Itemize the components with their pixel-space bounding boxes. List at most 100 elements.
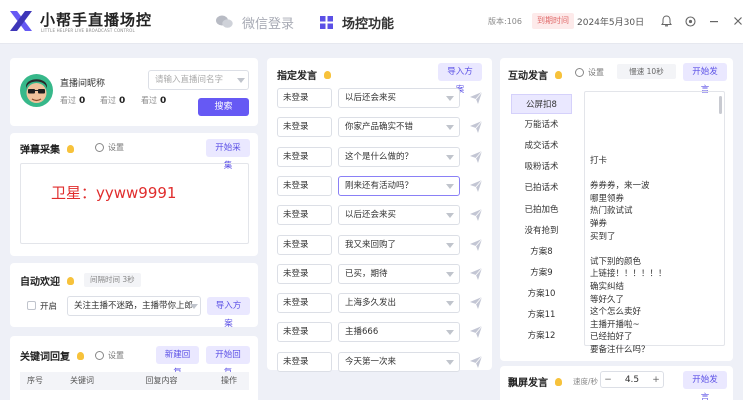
scheme-item[interactable]: 方案8 — [511, 242, 572, 262]
row-status-select[interactable]: 未登录 — [277, 235, 332, 255]
nav-live-control[interactable]: 场控功能 — [320, 12, 394, 32]
send-icon[interactable] — [469, 296, 483, 310]
wechat-icon — [216, 15, 233, 28]
interactive-line: 买到了 — [590, 232, 616, 242]
speed-select[interactable]: 慢速 10秒 — [617, 64, 676, 79]
send-icon[interactable] — [469, 150, 483, 164]
row-message-select[interactable]: 刚来还有活动吗？ — [338, 176, 460, 196]
row-status-select[interactable]: 未登录 — [277, 176, 332, 196]
close-icon[interactable] — [732, 14, 743, 28]
scrollbar[interactable] — [719, 96, 722, 114]
send-icon[interactable] — [469, 325, 483, 339]
row-message-select[interactable]: 这个是什么做的？ — [338, 147, 460, 167]
start-reply-button[interactable]: 开始回复 — [206, 346, 250, 378]
row-status-select[interactable]: 未登录 — [277, 117, 332, 137]
row-status-select[interactable]: 未登录 — [277, 352, 332, 372]
interactive-start-button[interactable]: 开始发言 — [683, 63, 727, 95]
chevron-down-icon — [446, 301, 454, 306]
welcome-message-select[interactable]: 关注主播不迷路，主播带你上郎 — [67, 296, 201, 316]
scheme-item[interactable]: 已拍加色 — [511, 200, 572, 220]
float-speed-stepper[interactable]: − 4.5 + — [600, 371, 664, 388]
scheme-item[interactable]: 方案10 — [511, 284, 572, 304]
row-message-select[interactable]: 今天第一次来 — [338, 352, 460, 372]
row-message-text: 我又来回购了 — [345, 240, 397, 250]
danmaku-content: 卫星：yyww9991 — [51, 184, 177, 202]
start-collect-button[interactable]: 开始采集 — [206, 139, 250, 171]
welcome-import-button[interactable]: 导入方案 — [207, 297, 250, 329]
row-message-text: 上海多久发出 — [345, 298, 397, 308]
row-message-text: 今天第一次来 — [345, 357, 397, 367]
row-status-select[interactable]: 未登录 — [277, 88, 332, 108]
interactive-line: 要备注什么吗？ — [590, 345, 650, 355]
chevron-down-icon — [446, 243, 454, 248]
row-status-select[interactable]: 未登录 — [277, 205, 332, 225]
row-status-select[interactable]: 未登录 — [277, 293, 332, 313]
row-message-text: 以后还会来买 — [345, 210, 397, 220]
scheme-item[interactable]: 没有抢到 — [511, 221, 572, 241]
scheme-item[interactable]: 方案9 — [511, 263, 572, 283]
float-speed-label: 速度/秒 — [573, 377, 599, 386]
interactive-line: 确实纠结 — [590, 282, 625, 292]
interactive-line: 弹券 — [590, 219, 608, 229]
float-start-button[interactable]: 开始发言 — [683, 371, 727, 400]
scheme-item[interactable]: 方案12 — [511, 326, 572, 346]
send-icon[interactable] — [469, 91, 483, 105]
scheme-item[interactable]: 方案11 — [511, 305, 572, 325]
row-message-select[interactable]: 我又来回购了 — [338, 235, 460, 255]
new-reply-button[interactable]: 新建回复 — [156, 346, 199, 378]
row-message-text: 主播666 — [345, 327, 379, 337]
search-button[interactable]: 搜索 — [198, 98, 249, 116]
live-room-search-input[interactable]: 请输入直播间名字 — [148, 70, 249, 90]
scheme-item[interactable]: 公屏扣8 — [511, 94, 572, 114]
float-speed-value[interactable]: 4.5 — [615, 375, 649, 385]
nav-wechat-login[interactable]: 微信登录 — [216, 12, 294, 32]
send-icon[interactable] — [469, 120, 483, 134]
interactive-line: 等好久了 — [590, 295, 625, 305]
chevron-down-icon — [446, 272, 454, 277]
row-message-text: 这个是什么做的？ — [345, 152, 414, 162]
row-status-select[interactable]: 未登录 — [277, 264, 332, 284]
interactive-settings[interactable]: 设置 — [575, 67, 604, 78]
row-status-select[interactable]: 未登录 — [277, 147, 332, 167]
danmaku-content-box: 卫星：yyww9991 — [20, 163, 249, 244]
gear-icon — [95, 351, 104, 360]
send-icon[interactable] — [469, 267, 483, 281]
row-status-select[interactable]: 未登录 — [277, 322, 332, 342]
minus-icon[interactable]: − — [601, 375, 615, 385]
row-message-select[interactable]: 主播666 — [338, 322, 460, 342]
bulb-icon — [555, 378, 563, 386]
float-title: 飘屏发言 — [508, 374, 563, 389]
settings-icon[interactable] — [684, 14, 696, 28]
send-icon[interactable] — [469, 179, 483, 193]
bulb-icon — [324, 71, 332, 79]
minimize-icon[interactable] — [708, 14, 720, 28]
send-icon[interactable] — [469, 238, 483, 252]
scheme-item[interactable]: 成交话术 — [511, 136, 572, 156]
row-message-select[interactable]: 以后还会来买 — [338, 88, 460, 108]
row-message-select[interactable]: 你家产品确实不错 — [338, 117, 460, 137]
plus-icon[interactable]: + — [649, 375, 663, 385]
bell-icon[interactable] — [660, 14, 672, 28]
danmaku-settings[interactable]: 设置 — [95, 142, 124, 153]
nav-wechat-label: 微信登录 — [242, 16, 295, 32]
interactive-title: 互动发言 — [508, 67, 563, 82]
title-bar: 小帮手直播场控 LITTLE HELPER LIVE BROADCAST CON… — [0, 0, 743, 44]
nav-live-label: 场控功能 — [342, 16, 395, 32]
send-icon[interactable] — [469, 355, 483, 369]
welcome-open-checkbox[interactable] — [27, 301, 36, 310]
interactive-line: 哪里领券 — [590, 194, 625, 204]
send-icon[interactable] — [469, 208, 483, 222]
row-message-text: 刚来还有活动吗？ — [345, 181, 414, 191]
scheme-item[interactable]: 已拍话术 — [511, 178, 572, 198]
interactive-line: 上链接！！！！！！ — [590, 269, 667, 279]
row-message-select[interactable]: 已买，期待 — [338, 264, 460, 284]
bulb-icon — [555, 71, 563, 79]
row-message-select[interactable]: 以后还会来买 — [338, 205, 460, 225]
danmaku-title: 弹幕采集 — [20, 141, 75, 156]
scheme-item[interactable]: 吸粉话术 — [511, 157, 572, 177]
scheme-item[interactable]: 万能话术 — [511, 115, 572, 135]
interactive-line: 打卡 — [590, 156, 608, 166]
designated-import-button[interactable]: 导入方案 — [438, 63, 482, 95]
keyword-settings[interactable]: 设置 — [95, 350, 124, 361]
row-message-select[interactable]: 上海多久发出 — [338, 293, 460, 313]
